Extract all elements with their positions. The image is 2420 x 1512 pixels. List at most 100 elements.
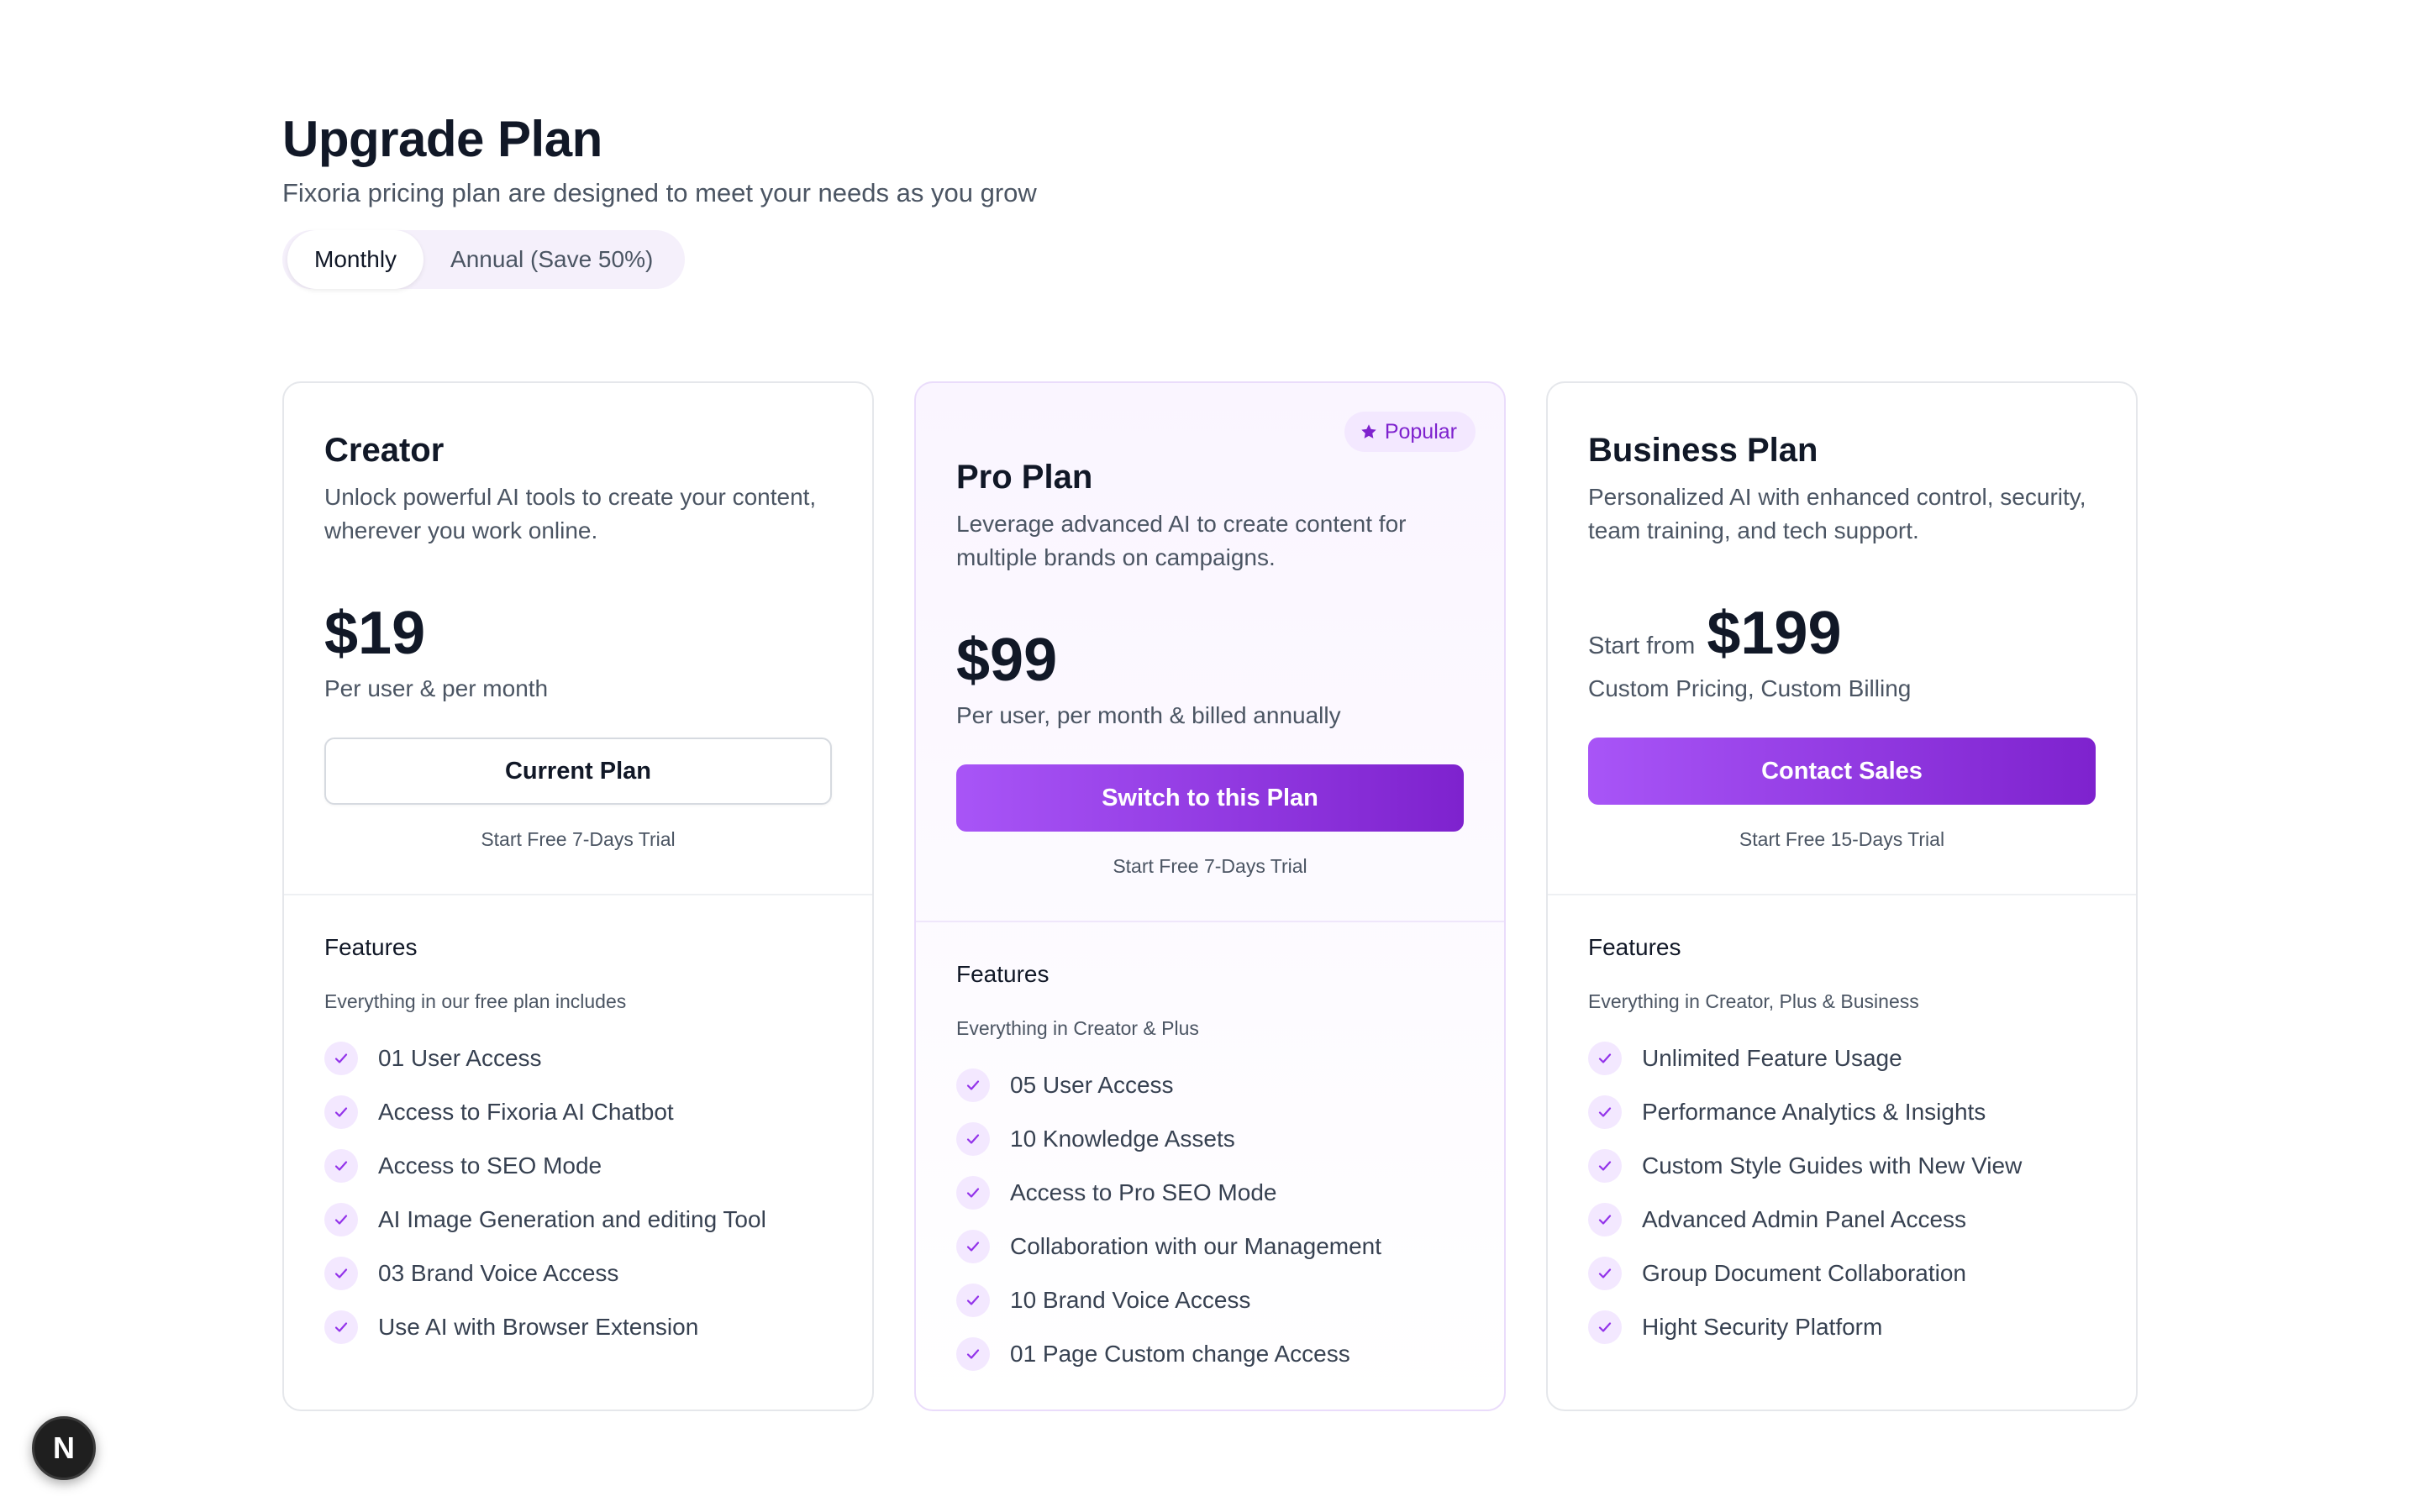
check-icon: [1588, 1257, 1622, 1290]
plan-name: Creator: [324, 432, 445, 469]
features-subtitle: Everything in Creator, Plus & Business: [1588, 990, 1919, 1012]
feature-label: Group Document Collaboration: [1642, 1260, 1966, 1286]
plan-name: Pro Plan: [956, 459, 1093, 496]
features-subtitle: Everything in our free plan includes: [324, 990, 627, 1012]
plan-summary: Popular Pro Plan Leverage advanced AI to…: [916, 383, 1504, 922]
feature-item: 05 User Access: [956, 1058, 1464, 1112]
popular-badge: Popular: [1344, 412, 1476, 452]
switch-plan-button[interactable]: Switch to this Plan: [956, 764, 1464, 832]
price-note: Per user & per month: [324, 675, 549, 701]
feature-item: Advanced Admin Panel Access: [1588, 1193, 2096, 1247]
check-icon: [324, 1149, 358, 1183]
feature-item: Collaboration with our Management: [956, 1220, 1464, 1273]
check-icon: [956, 1230, 990, 1263]
features-title: Features: [324, 934, 418, 960]
feature-label: Performance Analytics & Insights: [1642, 1099, 1986, 1125]
feature-label: AI Image Generation and editing Tool: [378, 1206, 766, 1232]
check-icon: [1588, 1095, 1622, 1129]
plan-card-creator: Creator Unlock powerful AI tools to crea…: [282, 381, 874, 1411]
plan-description: Personalized AI with enhanced control, s…: [1588, 484, 2086, 543]
check-icon: [324, 1203, 358, 1236]
plan-name: Business Plan: [1588, 432, 1818, 469]
billing-option-monthly[interactable]: Monthly: [287, 230, 424, 289]
pricing-page: Upgrade Plan Fixoria pricing plan are de…: [282, 109, 2138, 1411]
check-icon: [324, 1257, 358, 1290]
feature-label: Use AI with Browser Extension: [378, 1314, 699, 1340]
trial-text: Start Free 15-Days Trial: [1739, 828, 1945, 850]
feature-label: Access to Fixoria AI Chatbot: [378, 1099, 674, 1125]
check-icon: [956, 1284, 990, 1317]
badge-label: Popular: [1384, 419, 1457, 444]
star-icon: [1360, 423, 1378, 441]
feature-item: Access to Fixoria AI Chatbot: [324, 1085, 832, 1139]
nextjs-icon[interactable]: N: [32, 1416, 96, 1480]
plan-summary: Creator Unlock powerful AI tools to crea…: [284, 383, 872, 895]
feature-item: Custom Style Guides with New View: [1588, 1139, 2096, 1193]
current-plan-button[interactable]: Current Plan: [324, 738, 832, 805]
feature-label: 10 Knowledge Assets: [1010, 1126, 1235, 1152]
page-title: Upgrade Plan: [282, 111, 602, 167]
feature-label: 03 Brand Voice Access: [378, 1260, 619, 1286]
check-icon: [324, 1095, 358, 1129]
features-list: Unlimited Feature Usage Performance Anal…: [1588, 1032, 2096, 1354]
check-icon: [956, 1068, 990, 1102]
plan-card-pro: Popular Pro Plan Leverage advanced AI to…: [914, 381, 1506, 1411]
feature-item: Unlimited Feature Usage: [1588, 1032, 2096, 1085]
feature-label: Advanced Admin Panel Access: [1642, 1206, 1967, 1232]
feature-item: Hight Security Platform: [1588, 1300, 2096, 1354]
feature-label: Collaboration with our Management: [1010, 1233, 1382, 1259]
price-row: $99: [956, 627, 1464, 694]
plan-price: $199: [1707, 600, 1842, 667]
billing-toggle: Monthly Annual (Save 50%): [282, 230, 686, 289]
check-icon: [324, 1042, 358, 1075]
feature-item: Group Document Collaboration: [1588, 1247, 2096, 1300]
plan-price: $99: [956, 627, 1058, 694]
feature-label: 01 User Access: [378, 1045, 542, 1071]
contact-sales-button[interactable]: Contact Sales: [1588, 738, 2096, 805]
check-icon: [1588, 1042, 1622, 1075]
feature-label: Access to Pro SEO Mode: [1010, 1179, 1277, 1205]
feature-label: Custom Style Guides with New View: [1642, 1152, 2023, 1179]
plan-price: $19: [324, 600, 426, 667]
features-title: Features: [1588, 934, 1681, 960]
plan-summary: Business Plan Personalized AI with enhan…: [1548, 383, 2136, 895]
features-section: Features Everything in Creator, Plus & B…: [1548, 895, 2136, 1354]
feature-item: 10 Knowledge Assets: [956, 1112, 1464, 1166]
check-icon: [956, 1337, 990, 1371]
feature-item: Access to SEO Mode: [324, 1139, 832, 1193]
price-row: Start from $199: [1588, 600, 2096, 667]
trial-text: Start Free 7-Days Trial: [1113, 855, 1307, 877]
check-icon: [956, 1122, 990, 1156]
feature-item: Access to Pro SEO Mode: [956, 1166, 1464, 1220]
feature-label: Access to SEO Mode: [378, 1152, 602, 1179]
features-section: Features Everything in Creator & Plus 05…: [916, 922, 1504, 1381]
feature-item: Use AI with Browser Extension: [324, 1300, 832, 1354]
check-icon: [1588, 1310, 1622, 1344]
plan-description: Unlock powerful AI tools to create your …: [324, 484, 817, 543]
features-list: 01 User Access Access to Fixoria AI Chat…: [324, 1032, 832, 1354]
feature-item: 01 Page Custom change Access: [956, 1327, 1464, 1381]
feature-item: Performance Analytics & Insights: [1588, 1085, 2096, 1139]
billing-option-annual[interactable]: Annual (Save 50%): [424, 230, 680, 289]
feature-label: Hight Security Platform: [1642, 1314, 1883, 1340]
trial-text: Start Free 7-Days Trial: [481, 828, 676, 850]
check-icon: [956, 1176, 990, 1210]
plan-cards: Creator Unlock powerful AI tools to crea…: [282, 381, 2138, 1411]
plan-card-business: Business Plan Personalized AI with enhan…: [1546, 381, 2138, 1411]
price-row: $19: [324, 600, 832, 667]
feature-item: 03 Brand Voice Access: [324, 1247, 832, 1300]
price-note: Per user, per month & billed annually: [956, 702, 1341, 728]
check-icon: [324, 1310, 358, 1344]
feature-label: Unlimited Feature Usage: [1642, 1045, 1902, 1071]
feature-item: 01 User Access: [324, 1032, 832, 1085]
features-subtitle: Everything in Creator & Plus: [956, 1017, 1199, 1039]
page-subtitle: Fixoria pricing plan are designed to mee…: [282, 178, 1037, 207]
features-title: Features: [956, 961, 1050, 987]
features-list: 05 User Access 10 Knowledge Assets Acces…: [956, 1058, 1464, 1381]
feature-item: 10 Brand Voice Access: [956, 1273, 1464, 1327]
feature-label: 10 Brand Voice Access: [1010, 1287, 1251, 1313]
price-prefix: Start from: [1588, 633, 1696, 659]
feature-label: 01 Page Custom change Access: [1010, 1341, 1350, 1367]
check-icon: [1588, 1149, 1622, 1183]
plan-description: Leverage advanced AI to create content f…: [956, 511, 1407, 570]
